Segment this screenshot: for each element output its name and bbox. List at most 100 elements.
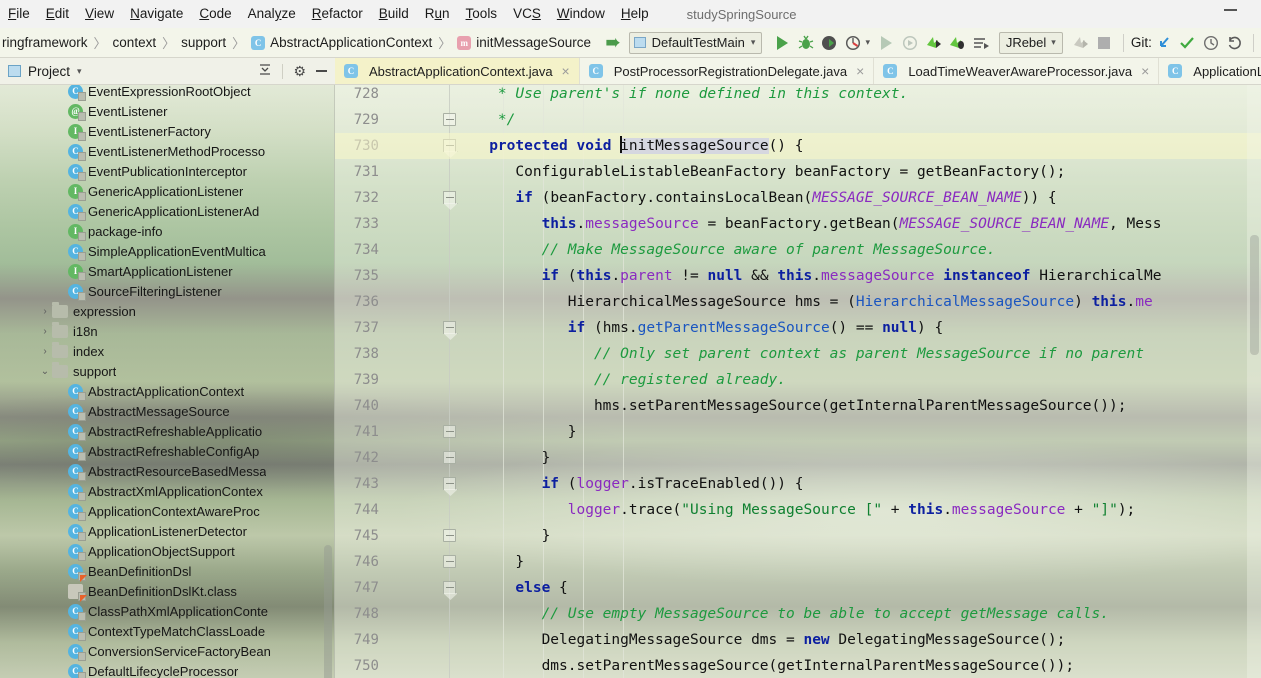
tree-item[interactable]: C SimpleApplicationEventMultica	[0, 241, 335, 261]
chevron-down-icon[interactable]: ▾	[77, 66, 82, 77]
jrebel-icon[interactable]	[1069, 31, 1093, 55]
code-line[interactable]: logger.trace("Using MessageSource [" + t…	[463, 497, 1136, 523]
code-line[interactable]: if (hms.getParentMessageSource() == null…	[463, 315, 943, 341]
hide-panel-icon[interactable]	[316, 70, 327, 72]
close-icon[interactable]: ×	[856, 63, 864, 79]
code-line[interactable]: DelegatingMessageSource dms = new Delega…	[463, 627, 1066, 653]
menu-item-help[interactable]: Help	[613, 0, 657, 28]
menu-item-view[interactable]: View	[77, 0, 122, 28]
code-line[interactable]: */	[463, 107, 515, 133]
expand-toggle-icon[interactable]: ›	[38, 346, 52, 357]
stop-coverage-button[interactable]	[899, 31, 923, 55]
code-line[interactable]: protected void initMessageSource() {	[463, 133, 804, 159]
gear-icon[interactable]: ⚙	[293, 63, 306, 80]
fold-toggle-icon[interactable]	[443, 321, 456, 334]
code-line[interactable]: // registered already.	[463, 367, 786, 393]
code-line[interactable]: hms.setParentMessageSource(getInternalPa…	[463, 393, 1127, 419]
code-line[interactable]: if (this.parent != null && this.messageS…	[463, 263, 1162, 289]
tree-item[interactable]: Ipackage-info	[0, 221, 335, 241]
tree-item[interactable]: C AbstractResourceBasedMessa	[0, 461, 335, 481]
tree-item[interactable]: I EventListenerFactory	[0, 121, 335, 141]
breadcrumb-item-2[interactable]: support	[181, 35, 226, 50]
tree-item[interactable]: C AbstractXmlApplicationContex	[0, 481, 335, 501]
tree-item[interactable]: C AbstractMessageSource	[0, 401, 335, 421]
fold-toggle-icon[interactable]	[443, 555, 456, 568]
code-line[interactable]: }	[463, 419, 577, 445]
rerun-button[interactable]	[875, 31, 899, 55]
tree-item[interactable]: C BeanDefinitionDsl	[0, 561, 335, 582]
tree-item[interactable]: C DefaultLifecycleProcessor	[0, 661, 335, 678]
close-icon[interactable]: ×	[1141, 63, 1149, 79]
editor-tab-3[interactable]: CApplicationListenerDe×	[1159, 58, 1261, 84]
code-line[interactable]: if (beanFactory.containsLocalBean(MESSAG…	[463, 185, 1056, 211]
tree-item[interactable]: C ApplicationObjectSupport	[0, 541, 335, 561]
expand-toggle-icon[interactable]: ⌄	[38, 366, 52, 377]
code-line[interactable]: }	[463, 549, 524, 575]
tree-item[interactable]: C AbstractApplicationContext	[0, 381, 335, 401]
tree-folder-support[interactable]: ⌄ support	[0, 361, 335, 381]
tree-item[interactable]: C ApplicationListenerDetector	[0, 521, 335, 541]
tree-item[interactable]: C EventPublicationInterceptor	[0, 161, 335, 181]
menu-item-vcs[interactable]: VCS	[505, 0, 549, 28]
run-dashboard-button[interactable]	[969, 31, 993, 55]
menu-item-run[interactable]: Run	[417, 0, 458, 28]
code-line[interactable]: this.messageSource = beanFactory.getBean…	[463, 211, 1162, 237]
fold-toggle-icon[interactable]	[443, 191, 456, 204]
menu-item-tools[interactable]: Tools	[458, 0, 506, 28]
code-line[interactable]: ConfigurableListableBeanFactory beanFact…	[463, 159, 1065, 185]
tree-folder-index[interactable]: › index	[0, 341, 335, 361]
tree-item[interactable]: I SmartApplicationListener	[0, 261, 335, 281]
code-line[interactable]: }	[463, 523, 551, 549]
editor-scrollbar[interactable]	[1247, 85, 1261, 678]
debug-button[interactable]	[794, 31, 818, 55]
profile-dropdown-icon[interactable]: ▾	[866, 37, 871, 48]
jrebel-selector[interactable]: JRebel ▾	[998, 31, 1063, 54]
breadcrumb-item-3[interactable]: C AbstractApplicationContext	[251, 35, 432, 50]
tree-item[interactable]: C ClassPathXmlApplicationConte	[0, 601, 335, 621]
breadcrumb-item-1[interactable]: context	[113, 35, 157, 50]
code-line[interactable]: * Use parent's if none defined in this c…	[463, 85, 908, 107]
update-project-icon[interactable]	[1152, 31, 1176, 55]
expand-toggle-icon[interactable]: ›	[38, 326, 52, 337]
code-line[interactable]: // Make MessageSource aware of parent Me…	[463, 237, 996, 263]
fold-toggle-icon[interactable]	[443, 451, 456, 464]
close-icon[interactable]: ×	[562, 63, 570, 79]
menu-item-window[interactable]: Window	[549, 0, 613, 28]
breadcrumb-item-4[interactable]: m initMessageSource	[457, 35, 591, 50]
code-line[interactable]: // Use empty MessageSource to be able to…	[463, 601, 1109, 627]
code-line[interactable]: if (logger.isTraceEnabled()) {	[463, 471, 804, 497]
code-line[interactable]: // Only set parent context as parent Mes…	[463, 341, 1144, 367]
editor-gutter[interactable]: 7287297307317327337347357367377387397407…	[335, 85, 463, 678]
history-icon[interactable]	[1199, 31, 1223, 55]
code-line[interactable]: }	[463, 445, 551, 471]
run-button[interactable]	[770, 31, 794, 55]
minimize-icon[interactable]	[1224, 9, 1237, 11]
menu-item-build[interactable]: Build	[371, 0, 417, 28]
tree-item[interactable]: C AbstractRefreshableConfigAp	[0, 441, 335, 461]
code-line[interactable]: else {	[463, 575, 567, 601]
code-area[interactable]: * Use parent's if none defined in this c…	[335, 85, 1261, 678]
jrebel-debug-button[interactable]	[946, 31, 970, 55]
tree-item[interactable]: BeanDefinitionDslKt.class	[0, 581, 335, 602]
tree-item[interactable]: C SourceFilteringListener	[0, 281, 335, 301]
tree-item[interactable]: C ApplicationContextAwareProc	[0, 501, 335, 521]
jump-to-source-icon[interactable]: ➠	[601, 31, 625, 55]
menu-item-code[interactable]: Code	[191, 0, 239, 28]
rollback-icon[interactable]	[1223, 31, 1247, 55]
scrollbar-thumb[interactable]	[1250, 235, 1259, 355]
fold-toggle-icon[interactable]	[443, 113, 456, 126]
menu-item-analyze[interactable]: Analyze	[240, 0, 304, 28]
tree-item[interactable]: C GenericApplicationListenerAd	[0, 201, 335, 221]
tree-item[interactable]: C ConversionServiceFactoryBean	[0, 641, 335, 661]
jrebel-run-button[interactable]	[922, 31, 946, 55]
tree-item[interactable]: C EventExpressionRootObject	[0, 85, 335, 101]
commit-icon[interactable]	[1175, 31, 1199, 55]
code-line[interactable]: HierarchicalMessageSource hms = (Hierarc…	[463, 289, 1153, 315]
tree-item[interactable]: C EventListenerMethodProcesso	[0, 141, 335, 161]
fold-toggle-icon[interactable]	[443, 477, 456, 490]
tree-item[interactable]: I GenericApplicationListener	[0, 181, 335, 201]
expand-toggle-icon[interactable]: ›	[38, 306, 52, 317]
menu-item-navigate[interactable]: Navigate	[122, 0, 191, 28]
fold-toggle-icon[interactable]	[443, 529, 456, 542]
project-tree[interactable]: C DefaultLifecycleProcessor C ConversionSer…	[0, 85, 335, 678]
